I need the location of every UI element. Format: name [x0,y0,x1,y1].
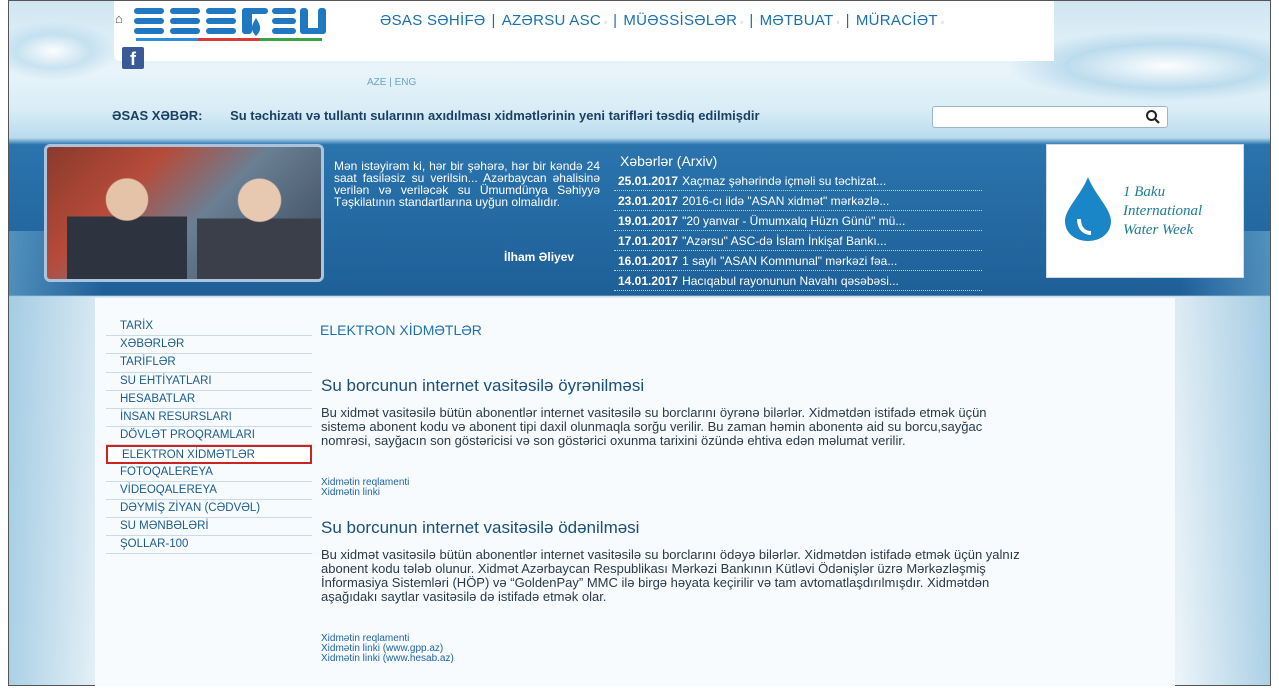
sidebar-item-water-sources[interactable]: SU MƏNBƏLƏRİ [106,518,312,537]
ticker-label: ƏSAS XƏBƏR: [112,108,203,123]
nav-contact[interactable]: MÜRACİƏT ▫ [856,12,944,29]
president-photo [44,144,324,282]
archive-item[interactable]: 14.01.2017 Hacıqabul rayonunun Navahı qəs… [614,271,982,291]
nav-separator: | [491,12,496,29]
archive-text: 1 saylı "ASAN Kommunal" mərkəzi fəa... [682,254,898,268]
azersu-logo[interactable] [132,4,327,42]
sidebar-item-damage-table[interactable]: DƏYMİŞ ZİYAN (CƏDVƏL) [106,500,312,519]
nav-home[interactable]: ƏSAS SƏHİFƏ [380,12,486,29]
nav-separator: | [845,12,850,29]
page-title: ELEKTRON XİDMƏTLƏR [320,322,482,338]
nav-azersu[interactable]: AZƏRSU ASC ▫ [502,12,607,29]
service-title: Su borcunun internet vasitəsilə öyrənilm… [321,376,645,395]
archive-date: 19.01.2017 [618,214,679,228]
sidebar-item-human-resources[interactable]: İNSAN RESURSLARI [106,409,312,428]
service-links: Xidmətin reqlamenti Xidmətin linki (www.… [321,634,454,664]
language-switch[interactable]: AZE | ENG [367,77,416,88]
main-news-ticker: ƏSAS XƏBƏR: Su təchizatı və tullantı sul… [112,108,760,123]
nav-separator: | [613,12,618,29]
nav-press[interactable]: MƏTBUAT ▫ [760,12,840,29]
water-decoration-right [1180,231,1270,685]
archive-date: 23.01.2017 [618,194,679,208]
archive-text: Hacıqabul rayonunun Navahı qəsəbəsi... [682,274,899,288]
nav-azersu-label: AZƏRSU ASC [501,12,602,29]
water-drop-icon [1065,177,1111,241]
archive-item[interactable]: 19.01.2017 "20 yanvar - Ümumxalq Hüzn Gün… [614,211,982,231]
archive-item[interactable]: 23.01.2017 2016-cı ildə "ASAN xidmət" mər… [614,191,982,211]
sidebar-item-state-programs[interactable]: DÖVLƏT PROQRAMLARI [106,427,312,446]
news-archive: Xəbərlər (Arxiv) 25.01.2017 Xaçmaz şəhəri… [614,153,982,291]
archive-date: 14.01.2017 [618,274,679,288]
service-link[interactable]: Xidmətin linki [321,488,409,498]
ticker-text[interactable]: Su təchizatı və tullantı sularının axıdı… [230,108,760,123]
archive-item[interactable]: 16.01.2017 1 saylı "ASAN Kommunal" mərkəz… [614,251,982,271]
water-decoration-left [9,231,104,685]
sidebar-item-shollar[interactable]: ŞOLLAR-100 [106,536,312,555]
sidebar-item-news[interactable]: XƏBƏRLƏR [106,336,312,355]
person-figure [67,167,187,279]
top-navigation: ƏSAS SƏHİFƏ | AZƏRSU ASC ▫ | MÜƏSSİSƏLƏR ▫… [380,12,944,29]
archive-title[interactable]: Xəbərlər (Arxiv) [620,153,982,169]
dropdown-icon: ▫ [836,18,840,27]
sidebar-item-reports[interactable]: HESABATLAR [106,391,312,409]
archive-text: 2016-cı ildə "ASAN xidmət" mərkəzlə... [682,194,890,208]
archive-date: 17.01.2017 [618,234,679,248]
service-links: Xidmətin reqlamenti Xidmətin linki [321,478,409,498]
water-week-text: 1 Baku International Water Week [1123,183,1202,240]
nav-institutions-label: MÜƏSSİSƏLƏR [623,12,738,29]
dropdown-icon: ▫ [740,18,744,27]
service-link-hesab[interactable]: Xidmətin linki (www.hesab.az) [321,654,454,664]
sidebar-item-tariffs[interactable]: TARİFLƏR [106,354,312,373]
search-input[interactable] [932,106,1168,128]
service-title: Su borcunun internet vasitəsilə ödənilmə… [321,518,640,537]
service-description: Bu xidmət vasitəsilə bütün abonentlər in… [321,547,1020,604]
facebook-icon[interactable]: f [122,47,144,69]
sidebar-item-photo-gallery[interactable]: FOTOQALEREYA [106,464,312,482]
sidebar-item-water-resources[interactable]: SU EHTİYATLARI [106,373,312,391]
water-week-line: International [1123,203,1203,219]
archive-date: 25.01.2017 [618,174,679,188]
archive-item[interactable]: 17.01.2017 "Azərsu" ASC-də İslam İnkişaf … [614,231,982,251]
archive-text: Xaçmaz şəhərində içməli su təchizat... [682,174,887,188]
archive-date: 16.01.2017 [618,254,679,268]
dropdown-icon: ▫ [604,18,608,27]
search-icon[interactable] [1145,109,1161,125]
nav-institutions[interactable]: MÜƏSSİSƏLƏR ▫ [623,12,743,29]
archive-item[interactable]: 25.01.2017 Xaçmaz şəhərində içməli su təc… [614,171,982,191]
nav-contact-label: MÜRACİƏT [855,12,938,29]
water-splash-decoration [9,21,119,81]
water-week-line: 1 Baku [1123,184,1166,200]
sidebar-item-history[interactable]: TARİX [106,318,312,337]
nav-press-label: MƏTBUAT [759,12,834,29]
quote-author: İlham Əliyev [504,250,575,264]
water-week-banner[interactable]: 1 Baku International Water Week [1046,144,1244,278]
president-quote: Mən istəyirəm ki, hər bir şəhərə, hər bi… [334,159,600,209]
sidebar-item-video-gallery[interactable]: VİDEOQALEREYA [106,482,312,500]
nav-separator: | [749,12,754,29]
dropdown-icon: ▫ [940,18,945,27]
person-figure [197,169,321,279]
service-description: Bu xidmət vasitəsilə bütün abonentlər in… [321,405,987,448]
archive-text: "Azərsu" ASC-də İslam İnkişaf Bankı... [682,234,887,248]
home-icon[interactable]: ⌂ [115,12,129,26]
water-week-line: Water Week [1123,222,1194,238]
sidebar-menu: TARİX XƏBƏRLƏR TARİFLƏR SU EHTİYATLARI H… [106,318,312,555]
sidebar-item-electronic-services[interactable]: ELEKTRON XİDMƏTLƏR [106,445,312,464]
archive-text: "20 yanvar - Ümumxalq Hüzn Günü" mü... [682,214,906,228]
